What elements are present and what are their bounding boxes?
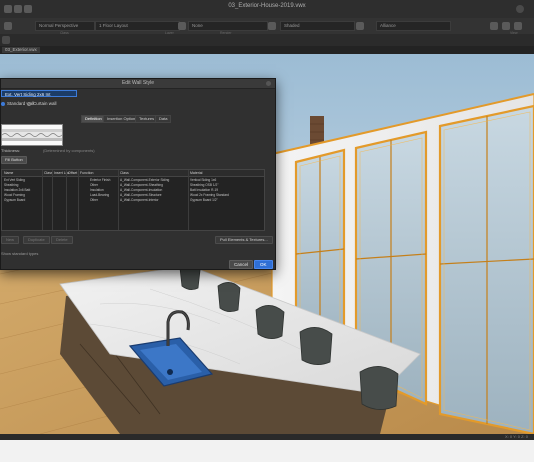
new-button[interactable]: New [1,236,20,244]
row-function: Exterior Finish [90,178,111,182]
column-divider [66,170,67,230]
dialog-close-icon[interactable] [266,81,271,86]
layer-icon[interactable] [178,22,186,30]
radio-unselected-icon [27,101,31,106]
ok-button[interactable]: OK [254,260,273,269]
row-class: A_Wall-Component-Structure [120,193,162,197]
row-class: A_Wall-Component-Insulation [120,188,163,192]
col-material: Material [190,171,203,175]
style-name-field[interactable]: Ext. Vert Siding 2x6 Int [1,90,77,97]
status-readout: X: 0 Y: 0 Z: 0 [504,434,528,439]
grid-icon[interactable] [502,22,510,30]
settings-icon[interactable] [514,22,522,30]
row-class: A_Wall-Component-Interior [120,198,159,202]
window-title: 03_Exterior-House-2019.vwx [228,3,306,9]
row-name: Wood Framing [4,193,25,197]
dialog-title: Edit Wall Style [1,79,275,89]
row-function: Load-Bearing [90,193,110,197]
row-material: Batt Insulation R-19 [190,188,218,192]
components-table: Name Class Insert Loc. Offset Function C… [1,169,265,231]
navigation-icon[interactable] [2,36,10,44]
row-class: A_Wall-Component-Sheathing [120,183,163,187]
col-name: Name [4,171,14,175]
row-class: A_Wall-Component-Exterior Siding [120,178,170,182]
row-name: Ext Vert Siding [4,178,25,182]
view-bar: Normal Perspective Class 1 Floor Layout … [0,18,534,35]
tab-definition[interactable]: Definition [81,115,106,123]
column-divider [118,170,119,230]
row-function: Insulation [90,188,104,192]
radio-curtain-wall[interactable]: Curtain wall [27,101,57,106]
column-divider [52,170,53,230]
row-function: Other [90,183,98,187]
cancel-button[interactable]: Cancel [229,260,254,269]
row-material: Sheathing OSB 1/2" [190,183,219,187]
lighting-select[interactable]: Shaded [280,21,355,31]
col-function: Function [80,171,94,175]
wall-preview [1,124,63,146]
tab-document[interactable]: 03_Exterior.vwx [2,47,40,53]
pull-elements-button[interactable]: Pull Elements & Textures... [215,236,273,244]
fill-button[interactable]: Fill Button [1,156,27,164]
tab-data[interactable]: Data [155,115,172,123]
tool-icon[interactable] [4,22,12,30]
row-material: Vertical Siding 1x6 [190,178,217,182]
snap-icon[interactable] [490,22,498,30]
radio-selected-icon [1,101,5,106]
view-select[interactable]: Alliance [376,21,451,31]
row-name: Sheathing [4,183,19,187]
radio-curtain-label: Curtain wall [33,101,57,106]
layer-select[interactable]: 1 Floor Layout [95,21,180,31]
row-name: Gypsum Board [4,198,26,202]
title-bar: 03_Exterior-House-2019.vwx [0,0,534,19]
row-function: Other [90,198,98,202]
components-note: (Determined by components) [43,148,95,153]
view-icon[interactable] [356,22,364,30]
column-divider [42,170,43,230]
row-material: Gypsum Board 1/2" [190,198,218,202]
delete-button[interactable]: Delete [51,236,73,244]
help-icon[interactable] [516,5,524,13]
render-select[interactable]: None [188,21,268,31]
show-standard-types[interactable]: Show standard types [1,251,38,256]
lighting-icon[interactable] [268,22,276,30]
column-divider [188,170,189,230]
row-material: Wood 2x Framing Standard [190,193,229,197]
edit-wall-style-dialog: Edit Wall Style Ext. Vert Siding 2x6 Int… [0,78,276,270]
application-window: 03_Exterior-House-2019.vwx Normal Perspe… [0,0,534,440]
status-bar: X: 0 Y: 0 Z: 0 [0,434,534,440]
thickness-label: Thickness: [1,148,21,153]
column-divider [78,170,79,230]
row-name: Insulation 2x6 Batt [4,188,31,192]
duplicate-button[interactable]: Duplicate [23,236,50,244]
class-select[interactable]: Normal Perspective [35,21,95,31]
col-component-class: Class [120,171,129,175]
col-offset: Offset [68,171,78,175]
document-tabs: 03_Exterior.vwx [0,46,534,54]
